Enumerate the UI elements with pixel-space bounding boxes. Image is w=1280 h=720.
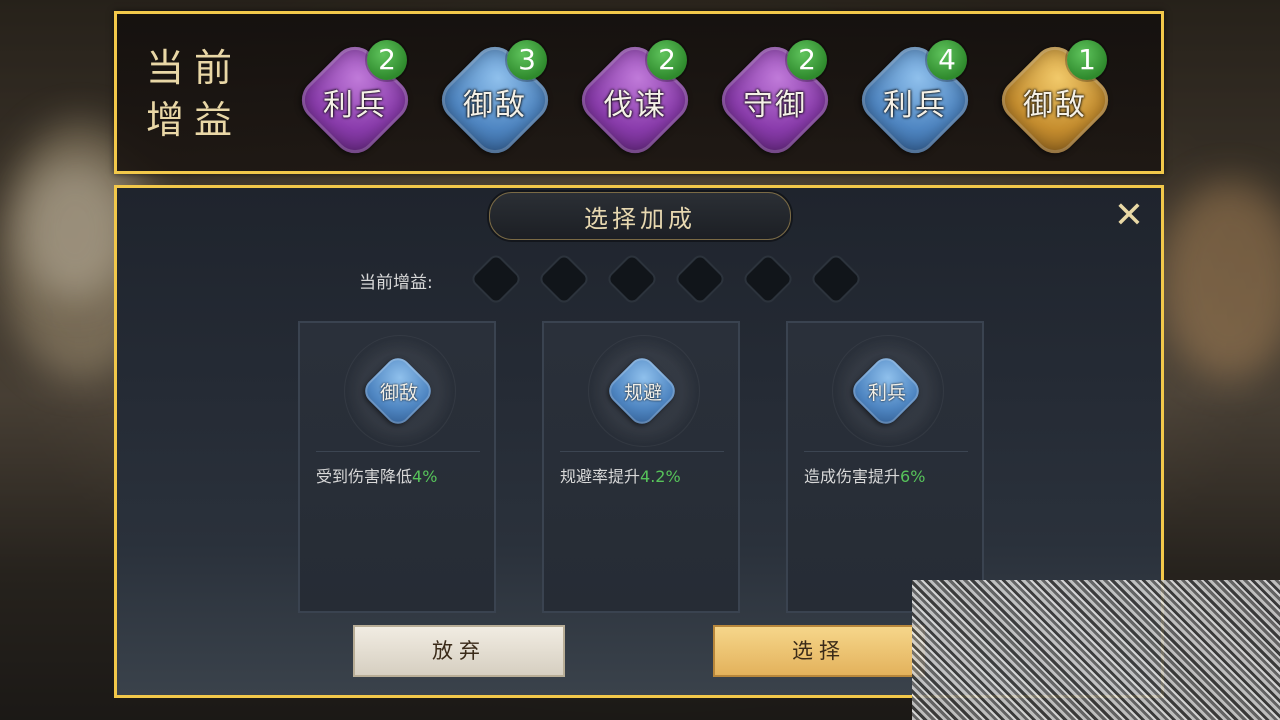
buff-badge-label: 利兵 bbox=[883, 88, 947, 123]
bonus-icon-label: 利兵 bbox=[867, 382, 906, 404]
bonus-value: 4% bbox=[412, 467, 438, 486]
bonus-card[interactable]: 御敌 受到伤害降低4% bbox=[298, 321, 496, 613]
buff-count-badge: 2 bbox=[647, 40, 687, 80]
bonus-description-text: 受到伤害降低 bbox=[316, 467, 413, 486]
buff-badge-label: 利兵 bbox=[323, 88, 387, 123]
select-button[interactable]: 选择 bbox=[713, 625, 925, 677]
empty-buff-slot bbox=[469, 252, 523, 306]
dialog-title-plate: 选择加成 bbox=[489, 192, 791, 240]
buff-badge[interactable]: 御敌 1 bbox=[992, 37, 1118, 163]
empty-buff-slot bbox=[741, 252, 795, 306]
buff-badge-label: 伐谋 bbox=[603, 88, 667, 123]
dialog-title: 选择加成 bbox=[584, 205, 696, 233]
current-buffs-title-text: 当前 增益 bbox=[145, 46, 242, 142]
close-icon[interactable]: ✕ bbox=[1111, 198, 1147, 234]
empty-buff-slot bbox=[809, 252, 863, 306]
bonus-value: 4.2% bbox=[640, 467, 681, 486]
bonus-description: 规避率提升4.2% bbox=[560, 463, 681, 487]
bonus-value: 6% bbox=[900, 467, 926, 486]
bonus-description-text: 规避率提升 bbox=[560, 467, 641, 486]
card-divider bbox=[316, 451, 480, 452]
current-buffs-label: 当前增益: bbox=[359, 273, 433, 293]
current-buffs-banner: 当前 增益 利兵 2 御敌 3 伐谋 2 守御 2 利兵 4 御敌 1 bbox=[114, 11, 1164, 174]
buff-count-badge: 4 bbox=[927, 40, 967, 80]
buff-badge-label: 御敌 bbox=[1023, 88, 1087, 123]
empty-buff-slot bbox=[605, 252, 659, 306]
buff-count-badge: 3 bbox=[507, 40, 547, 80]
obscured-overlay bbox=[912, 580, 1280, 720]
current-buffs-title: 当前 增益 bbox=[139, 42, 249, 146]
bonus-icon-label: 规避 bbox=[623, 382, 662, 404]
bonus-icon-label: 御敌 bbox=[379, 382, 418, 404]
bonus-card[interactable]: 规避 规避率提升4.2% bbox=[542, 321, 740, 613]
background-blur bbox=[1160, 180, 1280, 380]
bonus-description-text: 造成伤害提升 bbox=[804, 467, 901, 486]
card-divider bbox=[804, 451, 968, 452]
buff-badge[interactable]: 御敌 3 bbox=[432, 37, 558, 163]
buff-badge-label: 守御 bbox=[743, 88, 807, 123]
buff-badge-label: 御敌 bbox=[463, 88, 527, 123]
empty-buff-slot bbox=[537, 252, 591, 306]
give-up-button[interactable]: 放弃 bbox=[353, 625, 565, 677]
buff-badge[interactable]: 守御 2 bbox=[712, 37, 838, 163]
buff-badge[interactable]: 利兵 4 bbox=[852, 37, 978, 163]
bonus-description: 受到伤害降低4% bbox=[316, 463, 437, 487]
buff-count-badge: 1 bbox=[1067, 40, 1107, 80]
buff-count-badge: 2 bbox=[787, 40, 827, 80]
bonus-description: 造成伤害提升6% bbox=[804, 463, 925, 487]
bonus-card[interactable]: 利兵 造成伤害提升6% bbox=[786, 321, 984, 613]
buff-badge[interactable]: 利兵 2 bbox=[292, 37, 418, 163]
empty-buff-slot bbox=[673, 252, 727, 306]
buff-count-badge: 2 bbox=[367, 40, 407, 80]
card-divider bbox=[560, 451, 724, 452]
buff-badge[interactable]: 伐谋 2 bbox=[572, 37, 698, 163]
